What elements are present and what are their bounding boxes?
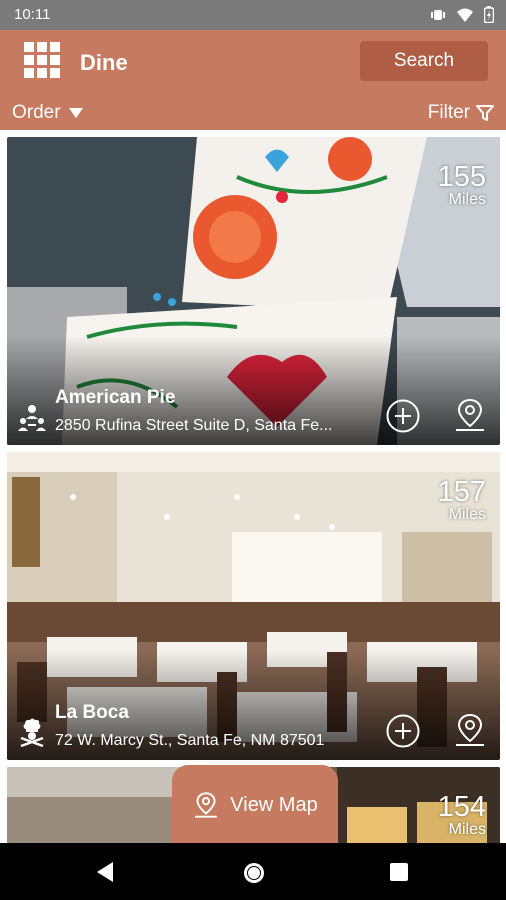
distance-value: 154	[437, 791, 486, 823]
apps-grid-icon[interactable]	[24, 42, 60, 78]
filter-bar: Order Filter	[0, 94, 506, 130]
funnel-icon	[476, 105, 494, 121]
listing-address: 2850 Rufina Street Suite D, Santa Fe...	[55, 417, 333, 434]
map-pin-icon[interactable]	[452, 397, 488, 433]
distance-badge: 155 Miles	[438, 163, 486, 208]
distance-unit: Miles	[448, 191, 486, 208]
distance-value: 157	[437, 476, 486, 508]
order-button[interactable]: Order	[12, 102, 83, 124]
listing-name: American Pie	[55, 387, 176, 408]
wifi-icon	[457, 8, 473, 22]
status-bar: 10:11	[0, 0, 506, 30]
listing-address: 72 W. Marcy St., Santa Fe, NM 87501	[55, 732, 325, 749]
page-title: Dine	[80, 50, 128, 75]
chef-icon	[20, 718, 44, 748]
view-map-label: View Map	[230, 793, 318, 816]
distance-unit: Miles	[448, 506, 486, 523]
home-icon[interactable]	[242, 861, 266, 885]
recent-apps-icon[interactable]	[389, 862, 409, 882]
distance-badge: 157 Miles	[438, 478, 486, 523]
back-icon[interactable]	[95, 861, 115, 883]
status-time: 10:11	[14, 6, 51, 23]
system-nav-bar	[0, 843, 506, 900]
add-circle-icon[interactable]	[386, 399, 420, 433]
distance-badge: 154 Miles	[438, 793, 486, 838]
status-icons	[430, 6, 494, 23]
add-circle-icon[interactable]	[386, 714, 420, 748]
listing-card[interactable]: 155 Miles American Pie 2850 Rufina Stree…	[7, 137, 500, 445]
family-icon	[18, 405, 46, 431]
distance-value: 155	[437, 161, 486, 193]
view-map-button[interactable]: View Map	[172, 765, 338, 845]
distance-unit: Miles	[448, 821, 486, 838]
vibrate-icon	[431, 9, 445, 20]
order-label: Order	[12, 102, 61, 123]
filter-button[interactable]: Filter	[428, 102, 494, 124]
app-bar: Dine Search	[0, 30, 506, 94]
filter-label: Filter	[427, 102, 470, 123]
map-pin-icon	[195, 792, 218, 818]
caret-down-icon	[68, 108, 83, 118]
search-button[interactable]: Search	[360, 41, 488, 81]
battery-icon	[484, 6, 494, 23]
listing-name: La Boca	[55, 702, 129, 723]
map-pin-icon[interactable]	[452, 712, 488, 748]
listing-card[interactable]: 157 Miles La Boca 72 W. Marcy St., Santa…	[7, 452, 500, 760]
